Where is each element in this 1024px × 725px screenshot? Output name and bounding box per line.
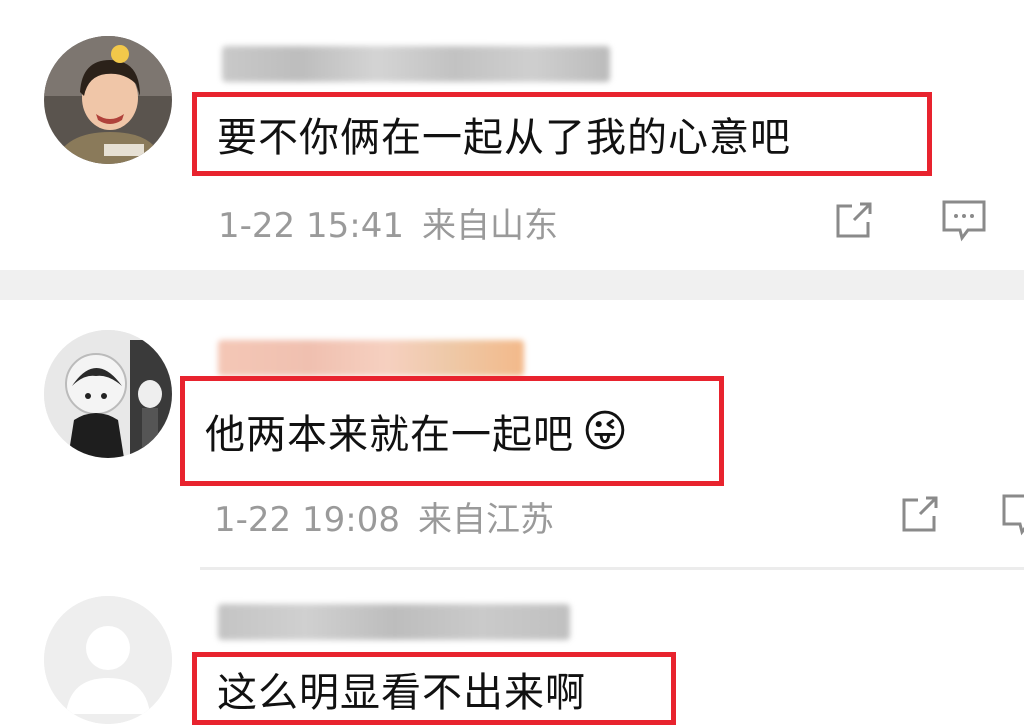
- comment-icon[interactable]: [1000, 490, 1024, 538]
- comment-text: 他两本来就在一起吧: [205, 412, 574, 458]
- share-icon[interactable]: [896, 490, 944, 538]
- username-blurred[interactable]: [218, 340, 524, 376]
- comment-item: 这么明显看不出来啊: [0, 570, 1024, 725]
- comment-meta: 1-22 19:08 来自江苏: [214, 492, 554, 541]
- section-divider: [0, 270, 1024, 300]
- comment-location: 来自山东: [421, 206, 558, 246]
- comment-meta: 1-22 15:41 来自山东: [218, 198, 558, 247]
- comment-location: 来自江苏: [417, 500, 554, 540]
- comment-highlight-box: 他两本来就在一起吧 😜: [180, 376, 724, 486]
- username-blurred[interactable]: [222, 46, 610, 82]
- comment-text: 这么明显看不出来啊: [217, 669, 586, 716]
- username-blurred[interactable]: [218, 604, 570, 640]
- winking-emoji-icon: 😜: [582, 405, 629, 457]
- comment-item: 要不你俩在一起从了我的心意吧 1-22 15:41 来自山东: [0, 0, 1024, 270]
- avatar-image-icon: [44, 330, 172, 458]
- comment-highlight-box: 这么明显看不出来啊: [192, 652, 676, 725]
- comment-date: 1-22 19:08: [214, 500, 400, 540]
- avatar[interactable]: [44, 596, 172, 724]
- comment-item: 他两本来就在一起吧 😜 1-22 19:08 来自江苏: [0, 300, 1024, 567]
- comment-highlight-box: 要不你俩在一起从了我的心意吧: [192, 92, 932, 176]
- avatar-image-icon: [44, 36, 172, 164]
- comment-text: 要不你俩在一起从了我的心意吧: [217, 115, 791, 161]
- avatar[interactable]: [44, 330, 172, 458]
- comment-icon[interactable]: [940, 196, 988, 244]
- default-avatar-icon: [44, 596, 172, 724]
- comment-date: 1-22 15:41: [218, 206, 404, 246]
- share-icon[interactable]: [830, 196, 878, 244]
- avatar[interactable]: [44, 36, 172, 164]
